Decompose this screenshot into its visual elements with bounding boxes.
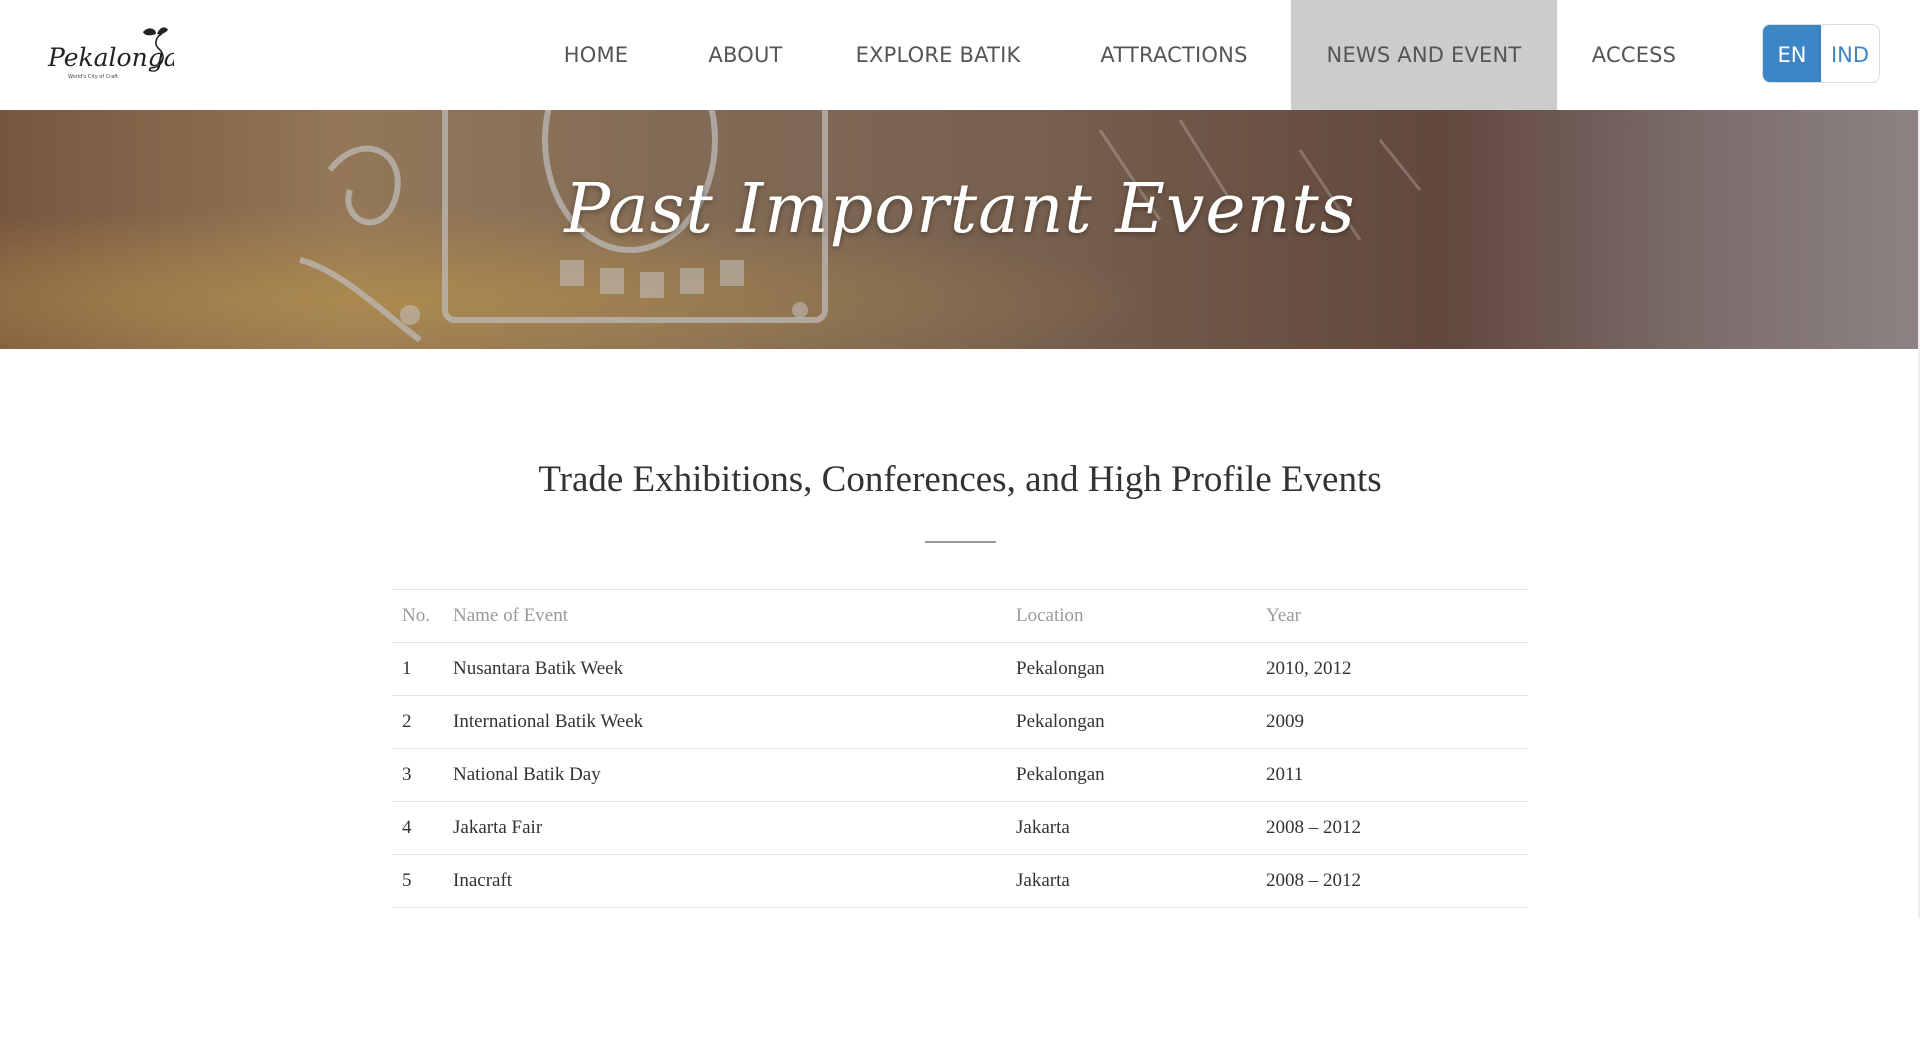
nav-attractions[interactable]: ATTRACTIONS — [1057, 0, 1291, 110]
main-nav: HOME ABOUT EXPLORE BATIK ATTRACTIONS NEW… — [520, 0, 1711, 110]
events-table: No. Name of Event Location Year 1 Nusant… — [392, 589, 1528, 908]
lang-ind-button[interactable]: IND — [1821, 25, 1879, 82]
table-row: 1 Nusantara Batik Week Pekalongan 2010, … — [392, 642, 1528, 696]
nav-explore-batik[interactable]: EXPLORE BATIK — [819, 0, 1057, 110]
cell-event-name: International Batik Week — [443, 695, 1006, 749]
cell-year: 2010, 2012 — [1256, 642, 1528, 696]
lang-en-button[interactable]: EN — [1763, 25, 1821, 82]
cell-no: 3 — [392, 748, 443, 802]
heading-divider — [925, 541, 996, 543]
cell-no: 4 — [392, 801, 443, 855]
nav-about-label: ABOUT — [708, 43, 783, 67]
cell-year: 2009 — [1256, 695, 1528, 749]
language-switcher: EN IND — [1762, 24, 1880, 83]
nav-news-and-event-label: NEWS AND EVENT — [1326, 43, 1522, 67]
nav-access[interactable]: ACCESS — [1557, 0, 1711, 110]
banner-title: Past Important Events — [564, 170, 1356, 249]
nav-explore-batik-label: EXPLORE BATIK — [855, 43, 1021, 67]
cell-year: 2008 – 2012 — [1256, 801, 1528, 855]
cell-location: Pekalongan — [1006, 695, 1256, 749]
table-row: 4 Jakarta Fair Jakarta 2008 – 2012 — [392, 801, 1528, 855]
cell-event-name: Nusantara Batik Week — [443, 642, 1006, 696]
cell-event-name: National Batik Day — [443, 748, 1006, 802]
cell-location: Pekalongan — [1006, 748, 1256, 802]
nav-attractions-label: ATTRACTIONS — [1100, 43, 1248, 67]
section-heading: Trade Exhibitions, Conferences, and High… — [538, 459, 1382, 500]
logo-tagline: World's City of Craft — [68, 74, 118, 80]
nav-about[interactable]: ABOUT — [672, 0, 819, 110]
header-no: No. — [392, 589, 443, 643]
cell-location: Jakarta — [1006, 854, 1256, 908]
cell-year: 2008 – 2012 — [1256, 854, 1528, 908]
cell-location: Pekalongan — [1006, 642, 1256, 696]
cell-year: 2011 — [1256, 748, 1528, 802]
nav-access-label: ACCESS — [1591, 43, 1677, 67]
cell-event-name: Inacraft — [443, 854, 1006, 908]
hero-banner: Past Important Events — [0, 110, 1920, 349]
cell-no: 5 — [392, 854, 443, 908]
cell-no: 1 — [392, 642, 443, 696]
cell-no: 2 — [392, 695, 443, 749]
table-header-row: No. Name of Event Location Year — [392, 589, 1528, 643]
table-row: 2 International Batik Week Pekalongan 20… — [392, 695, 1528, 749]
cell-event-name: Jakarta Fair — [443, 801, 1006, 855]
pekalongan-logo[interactable]: Pekalongan World's City of Craft — [44, 22, 174, 88]
nav-news-and-event[interactable]: NEWS AND EVENT — [1291, 0, 1557, 110]
header-location: Location — [1006, 589, 1256, 643]
table-row: 3 National Batik Day Pekalongan 2011 — [392, 748, 1528, 802]
site-header: Pekalongan World's City of Craft HOME AB… — [0, 0, 1920, 110]
header-name-of-event: Name of Event — [443, 589, 1006, 643]
header-year: Year — [1256, 589, 1528, 643]
table-row: 5 Inacraft Jakarta 2008 – 2012 — [392, 854, 1528, 908]
nav-home-label: HOME — [563, 43, 629, 67]
cell-location: Jakarta — [1006, 801, 1256, 855]
nav-home[interactable]: HOME — [520, 0, 672, 110]
